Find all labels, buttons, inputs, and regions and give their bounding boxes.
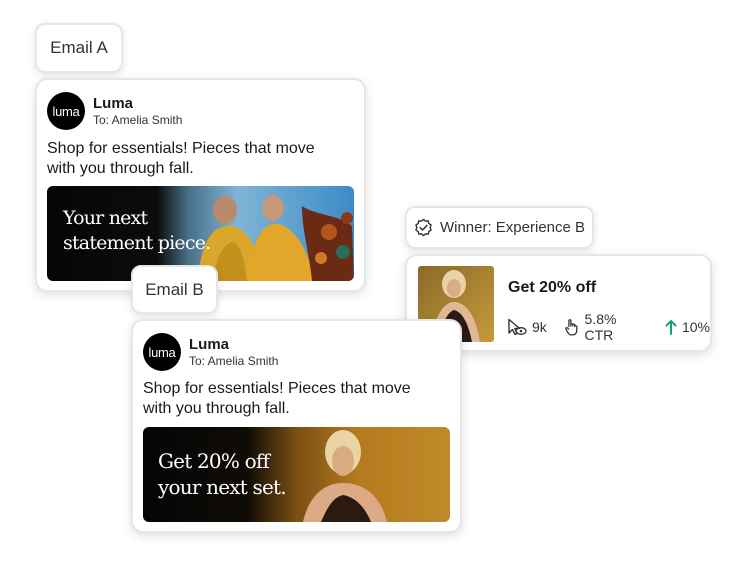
views-value: 9k <box>532 319 547 335</box>
email-b-tag-label: Email B <box>145 279 204 299</box>
email-body: Shop for essentials! Pieces that move wi… <box>143 380 411 417</box>
email-b-banner: Get 20% off your next set. <box>143 427 450 522</box>
luma-logo-text: luma <box>148 344 176 360</box>
email-a-banner-text: Your next statement piece. <box>63 207 211 254</box>
ctr-value: 5.8% CTR <box>584 311 617 343</box>
winner-tag-label: Winner: Experience B <box>439 219 586 236</box>
views-metric: 9k <box>507 318 547 336</box>
winner-headline: Get 20% off <box>508 279 597 296</box>
lift-metric: 10% <box>665 319 710 335</box>
ctr-metric: 5.8% CTR <box>564 311 648 343</box>
recipient: To: Amelia Smith <box>93 112 183 127</box>
recipient: To: Amelia Smith <box>189 353 279 368</box>
badge-check-icon <box>415 218 432 237</box>
luma-logo-text: luma <box>52 103 80 119</box>
luma-logo: luma <box>47 92 85 130</box>
email-body: Shop for essentials! Pieces that move wi… <box>47 140 315 177</box>
lift-value: 10% <box>681 319 710 335</box>
email-a-tag: Email A <box>35 23 123 73</box>
email-b-card[interactable]: luma Luma To: Amelia Smith Shop for esse… <box>131 319 462 533</box>
email-a-tag-label: Email A <box>50 38 108 57</box>
email-a-card[interactable]: luma Luma To: Amelia Smith Shop for esse… <box>35 78 366 292</box>
luma-logo: luma <box>143 333 181 371</box>
sender-name: Luma <box>93 94 134 112</box>
sender-name: Luma <box>189 335 230 353</box>
click-hand-icon <box>565 319 578 336</box>
email-b-tag: Email B <box>131 265 218 314</box>
winner-tag: Winner: Experience B <box>405 206 594 249</box>
email-b-banner-text: Get 20% off your next set. <box>158 449 287 499</box>
arrow-up-icon <box>665 320 677 335</box>
eye-cursor-icon <box>508 318 527 336</box>
